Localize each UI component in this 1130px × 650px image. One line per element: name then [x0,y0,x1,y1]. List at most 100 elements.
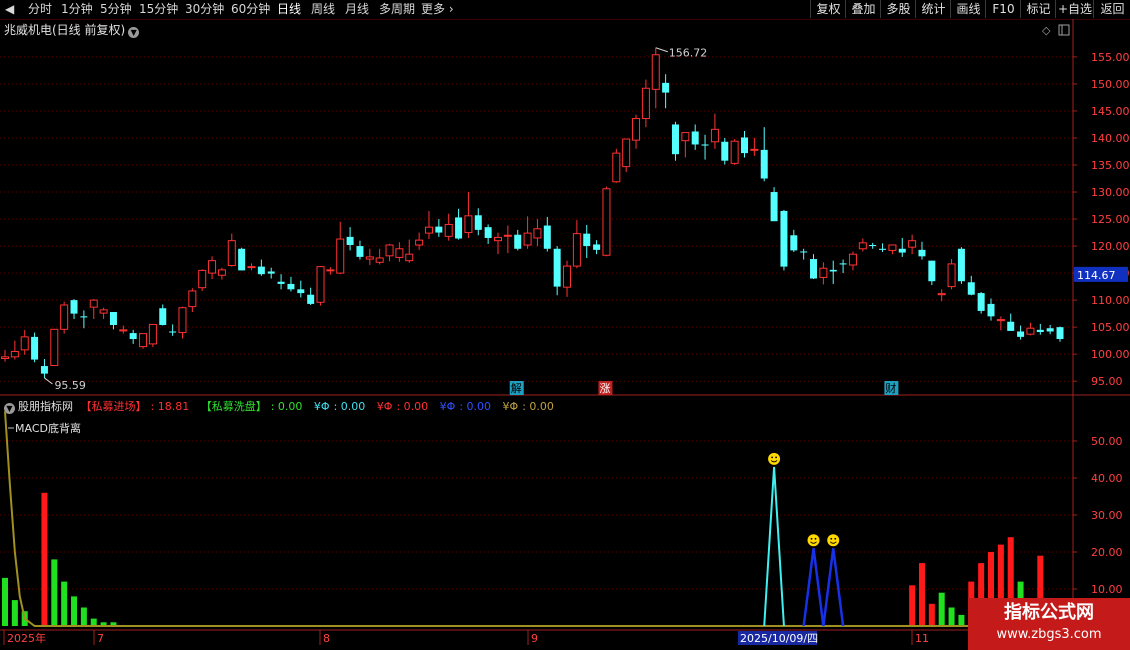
candle-body-down [780,210,788,267]
tab-30min[interactable]: 30分钟 [185,2,224,17]
tab-multi-period[interactable]: 多周期 [379,2,415,17]
chart-svg[interactable]: 155.00 150.00 145.00 140.00 135.00 130.00 125.… [0,0,1130,650]
indicator-bar-red [918,563,925,626]
price-tick-label: 145.00 [1091,105,1130,118]
candle-body-down [1007,321,1015,331]
axes: 155.00 150.00 145.00 140.00 135.00 130.00 125.… [0,19,1130,645]
indicator-bar-green [938,592,945,626]
overlay-button[interactable]: 叠加 [845,0,881,18]
candle-body-down [898,248,906,253]
price-tick-label: 150.00 [1091,78,1130,91]
multi-stock-button[interactable]: 多股 [880,0,916,18]
price-tick-label: 155.00 [1091,51,1130,64]
stock-title[interactable]: 兆威机电(日线 前复权) ▼ [4,21,140,38]
candle-body-up [602,188,611,256]
candle-body-up [1026,327,1035,335]
candle-body-down [287,283,295,290]
watermark: 指标公式网 www.zbgs3.com [968,598,1130,650]
tab-1min[interactable]: 1分钟 [61,2,93,17]
chevron-down-icon[interactable]: ▼ [128,27,140,38]
tab-5min[interactable]: 5分钟 [100,2,132,17]
indicator-tick-label: 50.00 [1091,435,1123,448]
price-tick-label: 140.00 [1091,132,1130,145]
smiley-eye [771,456,773,459]
candle-body-up [750,148,759,151]
tab-daily[interactable]: 日线 [277,2,301,17]
tab-fenshi[interactable]: 分时 [28,2,52,17]
candle-body-down [307,294,315,304]
price-tick-label: 95.00 [1091,375,1123,388]
candle-body-down [741,137,748,154]
adjust-button[interactable]: 复权 [810,0,846,18]
candle-body-down [257,266,265,275]
draw-line-button[interactable]: 画线 [950,0,986,18]
candle-body-up [523,232,532,246]
tab-more[interactable]: 更多 › [421,2,454,17]
tab-weekly[interactable]: 周线 [311,2,335,17]
indicator-header: ▼ 股朋指标网 【私募进场】: 18.81 【私募洗盘】: 0.00 ¥Φ: 0.… [4,398,562,414]
smiley-eye [810,537,813,540]
date-highlight-box [738,631,817,645]
indicator-label: ¥Φ [439,400,456,413]
event-marker: 涨 [599,382,610,395]
tab-monthly[interactable]: 月线 [345,2,369,17]
indicator-bar-green [100,622,107,626]
candle-body-up [819,267,828,278]
date-highlight-label: 2025/10/09/四 [740,632,818,645]
candle-body-down [543,225,551,249]
candle-body-down [1017,331,1025,337]
candle-body-down [70,300,78,314]
indicator-tick-label: 20.00 [1091,546,1123,559]
tab-15min[interactable]: 15分钟 [139,2,178,17]
f10-button[interactable]: F10 [985,0,1021,18]
candle-body-up [464,215,473,234]
candle-body-down [869,244,877,247]
price-tick-label: 110.00 [1091,294,1130,307]
indicator-value: : 0.00 [522,400,554,413]
candle-body-up [188,290,197,308]
diamond-icon: ◇ [1042,24,1051,37]
indicator-value: : 18.81 [150,400,190,413]
add-watchlist-button[interactable]: +自选 [1055,0,1094,18]
candle-body-up [208,260,217,274]
candle-body-down [829,269,837,272]
indicator-label: ¥Φ [376,400,393,413]
stats-button[interactable]: 统计 [915,0,951,18]
maximize-icon [1058,24,1070,36]
candle-body-down [1046,328,1054,332]
indicator-bar-green [61,581,68,626]
back-button[interactable]: 返回 [1093,0,1130,18]
candle-body-up [395,248,404,258]
candle-body-up [247,266,256,269]
candle-body-down [671,124,679,155]
candle-body-down [928,260,936,282]
indicator-bar-green [110,622,117,626]
candle-body-down [435,226,443,233]
candle-body-down [977,293,985,311]
indicator-bar-green [90,618,97,626]
candle-body-up [119,329,128,332]
tab-60min[interactable]: 60分钟 [231,2,270,17]
candle-body-down [593,244,601,250]
date-label: 11 [915,632,929,645]
candle-body-up [198,269,207,289]
candle-body-up [681,132,690,142]
indicator-bar-red [41,492,48,626]
candle-body-down [691,131,699,145]
arrow-left-icon[interactable]: ◀ [5,2,14,17]
current-price-badge [1074,266,1128,282]
candle-body-up [375,257,384,263]
chevron-down-icon[interactable]: ▼ [4,403,15,414]
candle-body-up [563,265,572,288]
candle-body-down [553,248,561,287]
candle-body-down [169,331,177,333]
high-pointer [655,47,668,53]
candle-body-up [996,319,1005,322]
smiley-eye [814,537,817,540]
mark-button[interactable]: 标记 [1020,0,1056,18]
indicator-name[interactable]: 股朋指标网 [18,400,73,413]
indicator-bar-green [11,600,18,626]
indicator-tick-label: 30.00 [1091,509,1123,522]
candle-body-down [31,336,39,360]
indicator-plot [2,411,1044,627]
